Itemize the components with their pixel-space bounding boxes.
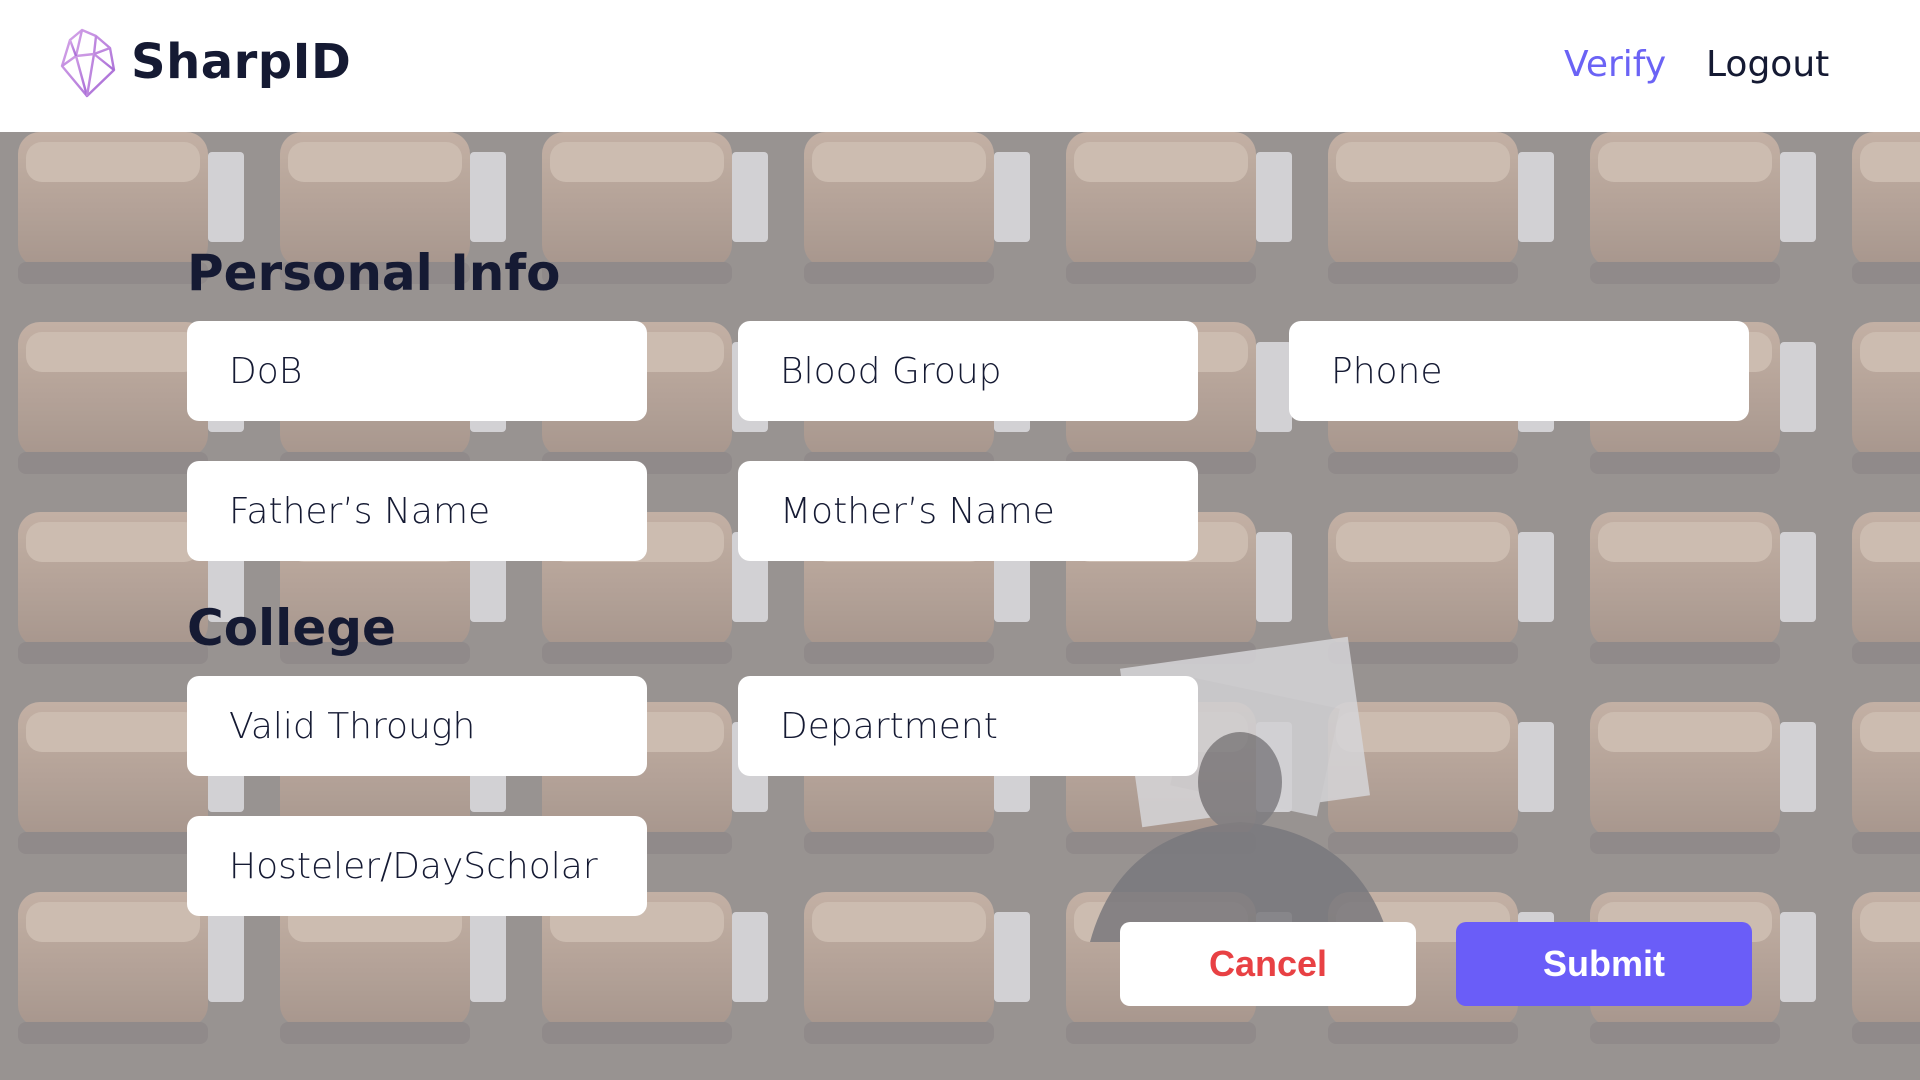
nav-logout-link[interactable]: Logout: [1706, 44, 1829, 85]
dob-input[interactable]: [187, 321, 647, 421]
hosteler-input[interactable]: [187, 816, 647, 916]
nav-verify-link[interactable]: Verify: [1564, 44, 1666, 85]
hosteler-field[interactable]: [187, 816, 647, 916]
valid-through-input[interactable]: [187, 676, 647, 776]
department-field[interactable]: [738, 676, 1198, 776]
phone-field[interactable]: [1289, 321, 1749, 421]
dob-field[interactable]: [187, 321, 647, 421]
submit-button[interactable]: Submit: [1456, 922, 1752, 1006]
valid-through-field[interactable]: [187, 676, 647, 776]
fathers-name-field[interactable]: [187, 461, 647, 561]
blood-group-input[interactable]: [738, 321, 1198, 421]
college-heading: College: [187, 599, 396, 657]
crystal-logo-icon: [60, 28, 116, 98]
department-input[interactable]: [738, 676, 1198, 776]
cancel-button[interactable]: Cancel: [1120, 922, 1416, 1006]
top-navbar: SharpID Verify Logout: [0, 0, 1920, 132]
phone-input[interactable]: [1289, 321, 1749, 421]
brand-name: SharpID: [131, 34, 352, 90]
mothers-name-input[interactable]: [738, 461, 1198, 561]
personal-info-heading: Personal Info: [187, 244, 561, 302]
blood-group-field[interactable]: [738, 321, 1198, 421]
fathers-name-input[interactable]: [187, 461, 647, 561]
mothers-name-field[interactable]: [738, 461, 1198, 561]
